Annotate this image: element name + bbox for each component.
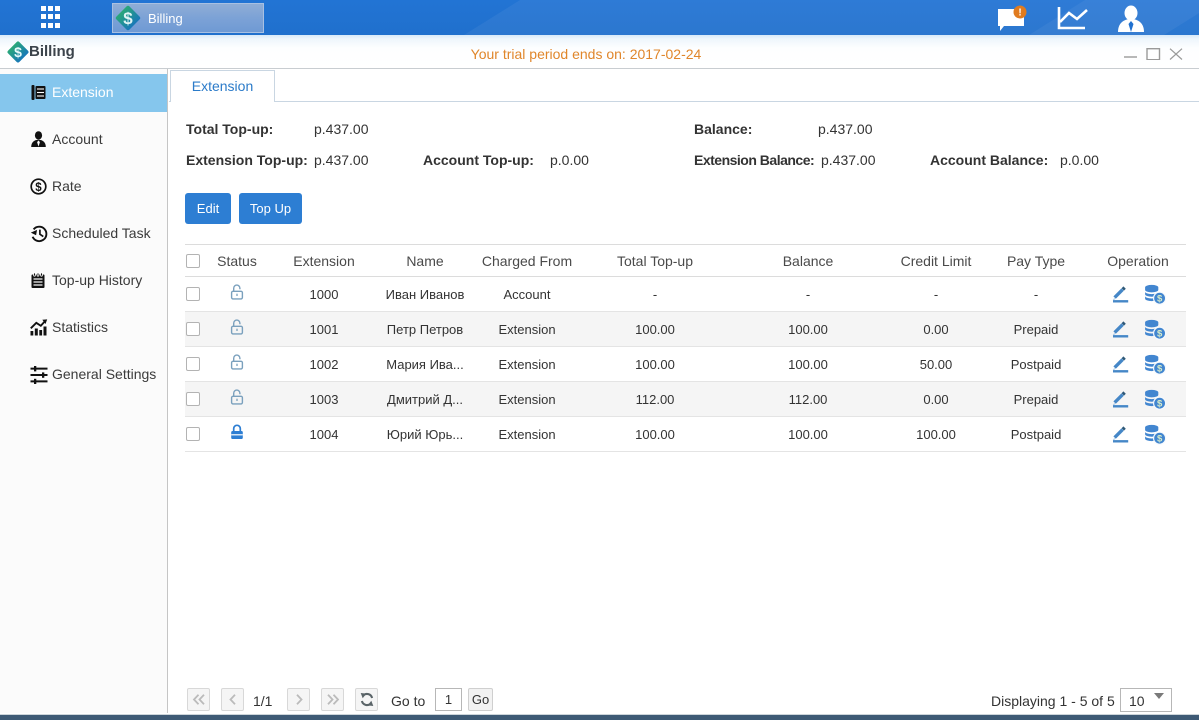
svg-text:$: $ xyxy=(35,182,42,194)
svg-text:!: ! xyxy=(1018,8,1021,19)
svg-text:$: $ xyxy=(1157,294,1163,305)
svg-text:$: $ xyxy=(1157,434,1163,445)
svg-text:$: $ xyxy=(1157,329,1163,340)
svg-text:$: $ xyxy=(1157,399,1163,410)
svg-text:$: $ xyxy=(123,9,133,28)
svg-text:$: $ xyxy=(1157,364,1163,375)
